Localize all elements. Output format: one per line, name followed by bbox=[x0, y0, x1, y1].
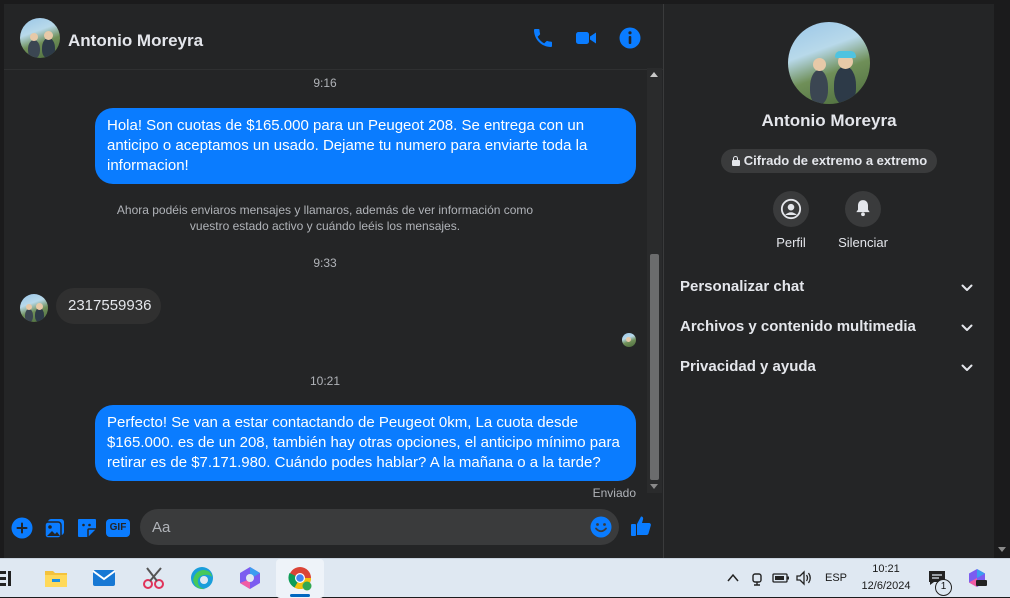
chat-panel: Antonio Moreyra 9:16 Hola! Son cuotas de… bbox=[4, 4, 663, 558]
language-indicator[interactable]: ESP bbox=[825, 572, 847, 584]
video-icon[interactable] bbox=[574, 26, 598, 50]
windows-taskbar: ESP 10:21 12/6/2024 1 bbox=[0, 558, 1010, 598]
composer-bar: GIF bbox=[4, 504, 663, 558]
section-label: Privacidad y ayuda bbox=[680, 358, 816, 375]
phone-icon[interactable] bbox=[531, 26, 555, 50]
timestamp: 10:21 bbox=[309, 374, 341, 388]
mail-icon[interactable] bbox=[91, 565, 117, 591]
sender-avatar[interactable] bbox=[20, 294, 48, 322]
file-explorer-icon[interactable] bbox=[43, 565, 69, 591]
image-icon[interactable] bbox=[43, 516, 67, 540]
section-label: Archivos y contenido multimedia bbox=[680, 318, 916, 335]
message-list[interactable]: 9:16 Hola! Son cuotas de $165.000 para u… bbox=[4, 70, 646, 500]
mute-action[interactable]: Silenciar bbox=[823, 191, 903, 250]
scroll-up-arrow[interactable] bbox=[650, 72, 658, 77]
scroll-thumb[interactable] bbox=[650, 254, 659, 480]
page-scrollbar[interactable] bbox=[994, 4, 1010, 558]
plus-icon[interactable] bbox=[10, 516, 34, 540]
profile-photo[interactable] bbox=[788, 22, 870, 104]
snipping-tool-icon[interactable] bbox=[141, 565, 167, 591]
contact-name[interactable]: Antonio Moreyra bbox=[68, 31, 203, 51]
incoming-message[interactable]: 2317559936 bbox=[56, 288, 161, 324]
section-privacy-help[interactable]: Privacidad y ayuda bbox=[680, 358, 978, 388]
messenger-window: Antonio Moreyra 9:16 Hola! Son cuotas de… bbox=[0, 0, 1010, 558]
clock-date[interactable]: 12/6/2024 bbox=[855, 580, 917, 592]
chevron-down-icon bbox=[961, 324, 973, 331]
message-input[interactable] bbox=[140, 509, 619, 545]
outgoing-message[interactable]: Hola! Son cuotas de $165.000 para un Peu… bbox=[95, 108, 636, 184]
encryption-label: Cifrado de extremo a extremo bbox=[743, 153, 928, 168]
chevron-down-icon bbox=[961, 364, 973, 371]
timestamp: 9:16 bbox=[313, 76, 337, 90]
sticker-icon[interactable] bbox=[75, 516, 99, 540]
edge-icon[interactable] bbox=[189, 565, 215, 591]
read-receipt-avatar bbox=[622, 333, 636, 347]
like-icon[interactable] bbox=[629, 514, 653, 538]
conversation-info-panel: Antonio Moreyra Cifrado de extremo a ext… bbox=[664, 4, 994, 558]
chat-header: Antonio Moreyra bbox=[4, 4, 663, 70]
profile-icon bbox=[780, 198, 802, 220]
chat-scrollbar[interactable] bbox=[647, 68, 662, 493]
outgoing-message[interactable]: Perfecto! Se van a estar contactando de … bbox=[95, 405, 636, 481]
volume-icon[interactable] bbox=[795, 570, 813, 586]
section-label: Personalizar chat bbox=[680, 278, 805, 295]
section-customize-chat[interactable]: Personalizar chat bbox=[680, 278, 978, 308]
chevron-down-icon bbox=[961, 284, 973, 291]
mute-label: Silenciar bbox=[838, 235, 888, 250]
info-icon[interactable] bbox=[618, 26, 642, 50]
gif-icon[interactable]: GIF bbox=[106, 519, 130, 537]
profile-action[interactable]: Perfil bbox=[751, 191, 831, 250]
section-files-media[interactable]: Archivos y contenido multimedia bbox=[680, 318, 978, 348]
copilot-preview-icon[interactable] bbox=[966, 567, 988, 589]
emoji-icon[interactable] bbox=[589, 515, 613, 539]
lock-icon bbox=[731, 156, 741, 166]
timestamp: 9:33 bbox=[313, 256, 337, 270]
profile-name: Antonio Moreyra bbox=[761, 111, 897, 130]
chrome-icon[interactable] bbox=[287, 565, 313, 591]
contact-avatar[interactable] bbox=[20, 18, 60, 58]
connection-notice: Ahora podéis enviaros mensajes y llamaro… bbox=[116, 203, 534, 233]
meet-now-icon[interactable] bbox=[750, 570, 764, 586]
message-status: Enviado bbox=[592, 486, 636, 500]
copilot-icon[interactable] bbox=[237, 565, 263, 591]
encryption-badge[interactable]: Cifrado de extremo a extremo bbox=[721, 149, 937, 173]
profile-label: Perfil bbox=[776, 235, 806, 250]
task-view-icon[interactable] bbox=[0, 569, 12, 587]
chevron-up-icon[interactable] bbox=[727, 573, 739, 583]
mute-button[interactable] bbox=[845, 191, 881, 227]
scroll-down-arrow[interactable] bbox=[998, 547, 1006, 552]
notification-count-badge[interactable]: 1 bbox=[935, 579, 952, 596]
scroll-down-arrow[interactable] bbox=[650, 484, 658, 489]
profile-button[interactable] bbox=[773, 191, 809, 227]
clock-time[interactable]: 10:21 bbox=[862, 563, 910, 575]
battery-icon[interactable] bbox=[772, 571, 790, 585]
bell-icon bbox=[856, 200, 870, 217]
